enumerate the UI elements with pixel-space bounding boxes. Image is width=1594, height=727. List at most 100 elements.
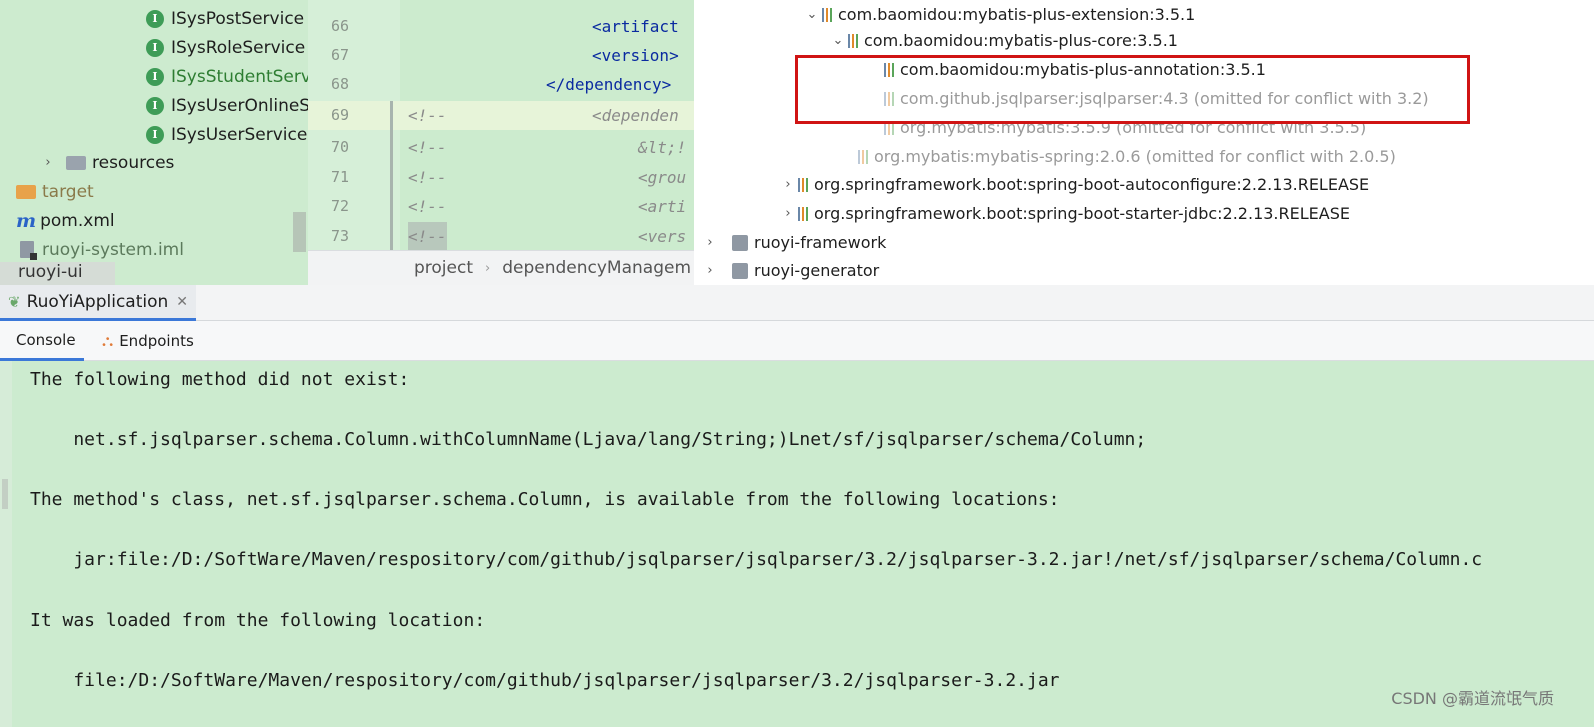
chevron-down-icon[interactable]: ⌄	[828, 33, 848, 48]
endpoints-icon: ⛬	[102, 331, 114, 350]
run-tab[interactable]: ❦ RuoYiApplication ✕	[0, 285, 197, 321]
dependency-label: com.baomidou:mybatis-plus-core:3.5.1	[864, 31, 1178, 50]
close-icon[interactable]: ✕	[176, 294, 188, 310]
highlight-box	[795, 55, 1470, 124]
maven-icon: m	[16, 209, 37, 232]
code-editor[interactable]: 66 67 68 69 70 71 72 73 <artifact <versi…	[308, 0, 694, 285]
tree-item-label: resources	[92, 152, 175, 173]
endpoints-tab-label: Endpoints	[119, 332, 194, 350]
interface-icon: I	[146, 38, 164, 57]
module-icon	[732, 234, 748, 251]
tree-item-label: ISysUserService	[171, 124, 308, 145]
iml-icon	[20, 241, 37, 260]
chevron-right-icon[interactable]: ›	[700, 235, 720, 250]
tree-item-pom[interactable]: m pom.xml	[16, 206, 115, 235]
dependency-item[interactable]: org.mybatis:mybatis-spring:2.0.6 (omitte…	[858, 142, 1396, 171]
code-comment: <!--	[408, 222, 447, 251]
console-output[interactable]: The following method did not exist: net.…	[0, 361, 1594, 727]
run-tab-label: RuoYiApplication	[26, 291, 169, 312]
code-comment: <!--	[408, 106, 447, 125]
line-number: 70	[330, 138, 350, 156]
run-tool-window-header: ❦ RuoYiApplication ✕	[0, 285, 1594, 321]
module-label: ruoyi-framework	[754, 233, 887, 252]
chevron-right-icon[interactable]: ›	[778, 177, 798, 192]
dependency-item[interactable]: ⌄ com.baomidou:mybatis-plus-extension:3.…	[802, 0, 1196, 29]
maven-dependency-tree: ⌄ com.baomidou:mybatis-plus-extension:3.…	[694, 0, 1594, 285]
breadcrumb-item[interactable]: project	[414, 258, 473, 278]
code-line: </dependency>	[546, 75, 672, 94]
chevron-right-icon: ›	[485, 260, 491, 276]
library-icon	[848, 33, 858, 48]
tree-item-resources[interactable]: › resources	[38, 148, 174, 177]
dependency-label: org.springframework.boot:spring-boot-sta…	[814, 204, 1350, 223]
dependency-item[interactable]: ⌄ com.baomidou:mybatis-plus-core:3.5.1	[828, 26, 1178, 55]
line-number: 67	[330, 46, 350, 64]
breadcrumb: project › dependencyManagem	[308, 250, 694, 285]
module-label: ruoyi-generator	[754, 261, 880, 280]
breadcrumb-item[interactable]: dependencyManagem	[502, 258, 691, 278]
dependency-item[interactable]: › org.springframework.boot:spring-boot-s…	[778, 199, 1350, 228]
module-item[interactable]: › ruoyi-framework	[700, 228, 886, 257]
code-line: <artifact	[592, 17, 679, 36]
tree-item-ruoyi-ui[interactable]: ruoyi-ui	[0, 262, 115, 286]
interface-icon: I	[146, 96, 164, 115]
tree-item-label: ruoyi-system.iml	[42, 239, 184, 260]
tree-item[interactable]: I ISysPostService	[146, 4, 304, 33]
console-tab-bar: Console ⛬ Endpoints	[0, 321, 1594, 361]
tree-item-iml[interactable]: ruoyi-system.iml	[20, 235, 184, 264]
code-line: <vers	[638, 227, 687, 246]
code-comment: <!--	[408, 138, 447, 157]
line-number: 71	[330, 168, 350, 186]
tree-item-label: pom.xml	[40, 210, 115, 231]
library-icon	[798, 206, 808, 221]
dependency-label: org.springframework.boot:spring-boot-aut…	[814, 175, 1370, 194]
code-comment: <!--	[408, 168, 447, 187]
line-number: 66	[330, 17, 350, 35]
module-icon	[732, 262, 748, 279]
line-number: 72	[330, 197, 350, 215]
folder-icon	[16, 184, 36, 199]
watermark: CSDN @霸道流氓气质	[1391, 689, 1554, 708]
tree-item-label: ISysRoleService	[171, 37, 306, 58]
console-line: file:/D:/SoftWare/Maven/respository/com/…	[30, 670, 1060, 691]
dependency-item[interactable]: › org.springframework.boot:spring-boot-a…	[778, 170, 1369, 199]
console-gutter	[0, 361, 12, 727]
console-line: The method's class, net.sf.jsqlparser.sc…	[30, 489, 1060, 510]
spring-leaf-icon: ❦	[8, 292, 21, 311]
code-line: <dependen	[592, 106, 679, 125]
chevron-right-icon[interactable]: ›	[778, 206, 798, 221]
tree-item[interactable]: I ISysUserService	[146, 120, 307, 149]
code-line: <version>	[592, 46, 679, 65]
project-tree: I ISysPostService I ISysRoleService I IS…	[0, 0, 308, 285]
dependency-label: com.baomidou:mybatis-plus-extension:3.5.…	[838, 5, 1196, 24]
line-number: 69	[330, 106, 350, 124]
ide-window: I ISysPostService I ISysRoleService I IS…	[0, 0, 1594, 727]
code-line: <grou	[638, 168, 687, 187]
code-line: <arti	[638, 197, 687, 216]
library-icon	[822, 7, 832, 22]
tree-item[interactable]: I ISysStudentServ	[146, 62, 308, 91]
folder-icon	[66, 155, 86, 170]
fold-marker[interactable]	[390, 101, 393, 251]
module-item[interactable]: › ruoyi-generator	[700, 256, 879, 285]
scrollbar-thumb[interactable]	[293, 212, 306, 252]
tree-item-target[interactable]: target	[16, 177, 94, 206]
chevron-right-icon[interactable]: ›	[700, 263, 720, 278]
console-line: net.sf.jsqlparser.schema.Column.withColu…	[30, 429, 1147, 450]
chevron-down-icon[interactable]: ⌄	[802, 7, 822, 22]
interface-icon: I	[146, 67, 164, 86]
code-line: &lt;!	[638, 138, 687, 157]
interface-icon: I	[146, 125, 164, 144]
dependency-label: org.mybatis:mybatis-spring:2.0.6 (omitte…	[874, 147, 1396, 166]
tree-item[interactable]: I ISysUserOnlineS	[146, 91, 308, 120]
console-line: jar:file:/D:/SoftWare/Maven/respository/…	[30, 549, 1483, 570]
interface-icon: I	[146, 9, 164, 28]
tree-item-label: target	[42, 181, 94, 202]
tab-endpoints[interactable]: ⛬ Endpoints	[102, 321, 194, 361]
tree-item[interactable]: I ISysRoleService	[146, 33, 305, 62]
tree-item-label: ISysStudentServ	[171, 66, 308, 87]
tab-console[interactable]: Console	[0, 321, 84, 361]
chevron-right-icon[interactable]: ›	[38, 155, 58, 170]
scroll-marker	[2, 479, 8, 509]
code-comment: <!--	[408, 197, 447, 216]
